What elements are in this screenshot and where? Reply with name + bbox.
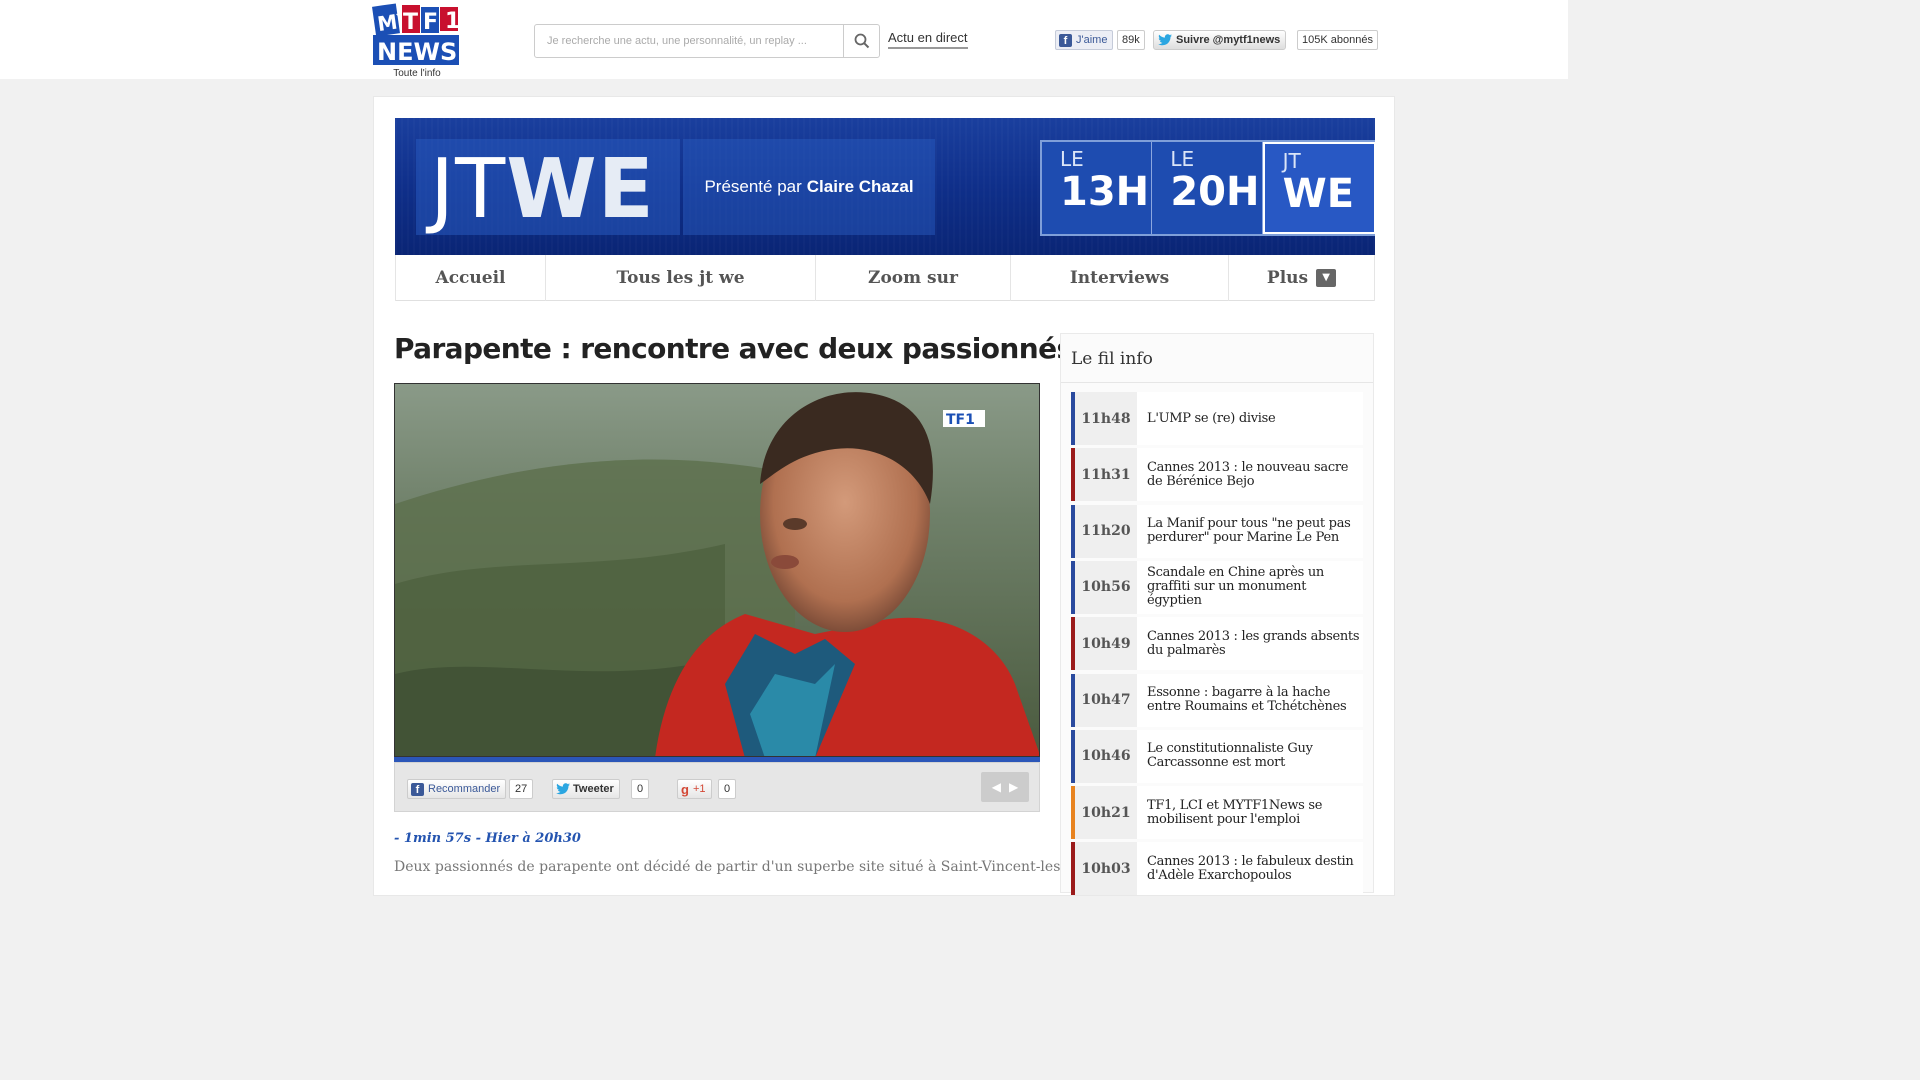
nav-item-tous-les-jt-we[interactable]: Tous les jt we	[545, 255, 815, 301]
news-item[interactable]: 10h46 Le constitutionnaliste Guy Carcasso…	[1071, 729, 1363, 783]
news-headline[interactable]: Cannes 2013 : le fabuleux destin d'Adèle…	[1147, 842, 1361, 895]
svg-text:1: 1	[445, 9, 460, 34]
search-button[interactable]	[843, 25, 879, 57]
top-header: MY T F 1 NEWS Toute l'info Actu en direc…	[0, 0, 1568, 79]
nav-plus-label: Plus	[1266, 268, 1309, 288]
jt-tile-small: JT	[1282, 149, 1301, 173]
nav-item-plus[interactable]: Plus ▼	[1228, 255, 1375, 301]
article-title: Parapente : rencontre avec deux passionn…	[394, 332, 1073, 365]
arrow-left-icon[interactable]: ◀	[992, 780, 1001, 794]
news-headline[interactable]: TF1, LCI et MYTF1News se mobilisent pour…	[1147, 786, 1361, 839]
news-item[interactable]: 10h21 TF1, LCI et MYTF1News se mobilisent…	[1071, 786, 1363, 840]
news-headline[interactable]: Cannes 2013 : les grands absents du palm…	[1147, 617, 1361, 670]
google-plus-label: +1	[692, 783, 706, 795]
twitter-follow-label: Suivre @mytf1news	[1176, 34, 1281, 46]
news-time: 10h56	[1075, 560, 1137, 614]
facebook-icon: f	[1059, 33, 1072, 47]
google-plus-count: 0	[718, 779, 737, 799]
arrow-right-icon[interactable]: ▶	[1009, 780, 1018, 794]
jtwe-logo-we: WE	[506, 142, 655, 237]
news-time: 10h21	[1075, 786, 1137, 840]
twitter-followers-count: 105K abonnés	[1297, 30, 1378, 50]
news-item[interactable]: 11h48 L'UMP se (re) divise	[1071, 392, 1363, 445]
jt-edition-nav: LE 13H LE 20H JT WE	[1040, 140, 1375, 236]
news-headline[interactable]: Essonne : bagarre à la hache entre Rouma…	[1147, 674, 1361, 727]
video-player[interactable]: TF1	[394, 383, 1040, 757]
video-meta: - 1min 57s - Hier à 20h30	[394, 831, 581, 846]
chevron-down-icon: ▼	[1316, 269, 1337, 287]
jt-tile-big: 13H	[1060, 169, 1150, 215]
search-box	[534, 24, 880, 58]
google-plus-icon: g	[681, 781, 689, 797]
presenter-name: Claire Chazal	[806, 177, 914, 196]
news-item[interactable]: 10h03 Cannes 2013 : le fabuleux destin d'…	[1071, 842, 1363, 896]
facebook-icon: f	[411, 782, 424, 796]
jt-tile-20h[interactable]: LE 20H	[1152, 142, 1263, 234]
jt-tile-big: WE	[1282, 171, 1355, 217]
tweet-count: 0	[631, 779, 650, 799]
jt-tile-small: LE	[1170, 147, 1195, 171]
google-plus-button[interactable]: g +1	[677, 779, 712, 799]
news-headline[interactable]: L'UMP se (re) divise	[1147, 392, 1361, 445]
facebook-like-label: J'aime	[1076, 34, 1108, 46]
news-item[interactable]: 10h49 Cannes 2013 : les grands absents du…	[1071, 617, 1363, 671]
video-frame: TF1	[395, 384, 1039, 756]
svg-text:T: T	[403, 10, 418, 35]
tweet-label: Tweeter	[573, 783, 614, 795]
news-time: 11h31	[1075, 448, 1137, 502]
news-time: 10h49	[1075, 617, 1137, 671]
news-item[interactable]: 11h31 Cannes 2013 : le nouveau sacre de B…	[1071, 448, 1363, 502]
jtwe-logo[interactable]: JTWE	[416, 139, 680, 235]
article-description: Deux passionnés de parapente ont décidé …	[394, 859, 1107, 875]
share-bar: f Recommander 27 Tweeter 0 g +1 0 ◀ ▶	[394, 762, 1040, 812]
twitter-follow-button[interactable]: Suivre @mytf1news	[1153, 30, 1287, 50]
tf1-channel-logo: TF1	[946, 412, 975, 428]
svg-text:NEWS: NEWS	[377, 38, 457, 66]
news-item[interactable]: 11h20 La Manif pour tous "ne peut pas per…	[1071, 504, 1363, 558]
tweet-button[interactable]: Tweeter	[552, 779, 620, 799]
fil-info-title: Le fil info	[1071, 349, 1153, 369]
share-carousel-arrows: ◀ ▶	[981, 772, 1029, 802]
news-headline[interactable]: Scandale en Chine après un graffiti sur …	[1147, 561, 1361, 614]
facebook-recommend-label: Recommander	[428, 783, 501, 795]
jt-tile-big: 20H	[1170, 169, 1260, 215]
facebook-recommend-count: 27	[509, 779, 534, 799]
news-headline[interactable]: La Manif pour tous "ne peut pas perdurer…	[1147, 505, 1361, 558]
presented-by-label: Présenté par	[704, 177, 802, 196]
news-time: 11h48	[1075, 392, 1137, 445]
nav-item-accueil[interactable]: Accueil	[395, 255, 545, 301]
facebook-like-button[interactable]: f J'aime	[1055, 30, 1114, 50]
twitter-bird-icon	[1158, 34, 1172, 46]
presenter-box: Présenté par Claire Chazal	[683, 139, 935, 235]
jt-tile-small: LE	[1060, 147, 1084, 171]
jt-tile-13h[interactable]: LE 13H	[1042, 142, 1153, 234]
fil-info-panel: Le fil info 11h48 L'UMP se (re) divise 11h…	[1060, 333, 1374, 896]
news-time: 11h20	[1075, 504, 1137, 558]
twitter-bird-icon	[556, 783, 570, 795]
news-time: 10h46	[1075, 729, 1137, 783]
news-item[interactable]: 10h47 Essonne : bagarre à la hache entre …	[1071, 673, 1363, 727]
jt-tile-we[interactable]: JT WE	[1262, 142, 1375, 234]
search-input[interactable]	[535, 25, 843, 57]
divider	[1061, 382, 1373, 383]
nav-item-interviews[interactable]: Interviews	[1010, 255, 1228, 301]
news-item[interactable]: 10h56 Scandale en Chine après un graffiti…	[1071, 560, 1363, 614]
news-time: 10h47	[1075, 673, 1137, 727]
svg-text:F: F	[423, 10, 438, 35]
nav-item-zoom-sur[interactable]: Zoom sur	[815, 255, 1010, 301]
logo-tagline: Toute l'info	[393, 68, 441, 79]
news-headline[interactable]: Le constitutionnaliste Guy Carcassonne e…	[1147, 730, 1361, 783]
jtwe-logo-jt: JT	[430, 142, 507, 237]
news-headline[interactable]: Cannes 2013 : le nouveau sacre de Béréni…	[1147, 448, 1361, 501]
actu-en-direct-link[interactable]: Actu en direct	[888, 30, 968, 49]
search-icon	[854, 33, 869, 49]
news-time: 10h03	[1075, 842, 1137, 896]
facebook-recommend-button[interactable]: f Recommander	[407, 779, 507, 799]
jtwe-banner: JTWE Présenté par Claire Chazal LE 13H L…	[395, 118, 1375, 255]
section-nav: Accueil Tous les jt we Zoom sur Intervie…	[395, 255, 1375, 301]
facebook-like-count: 89k	[1117, 30, 1145, 50]
